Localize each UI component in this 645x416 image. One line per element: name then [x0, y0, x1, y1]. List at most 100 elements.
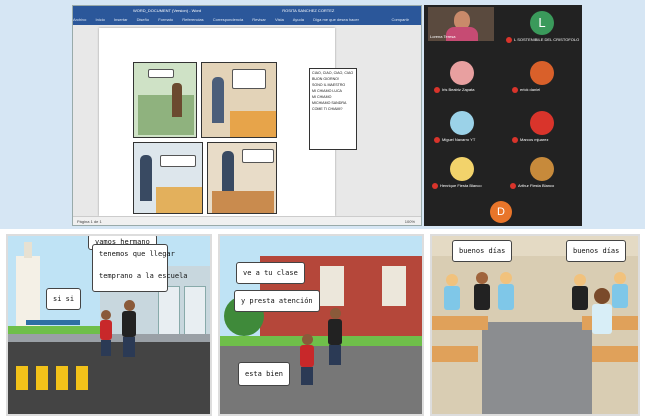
doc-character [172, 83, 182, 117]
student [474, 272, 490, 318]
tab-insertar[interactable]: Insertar [114, 17, 128, 22]
desk [432, 316, 488, 330]
participant-name: L SOSTENIBILE DEL CRISTOFOLO [514, 37, 580, 43]
tell-me-search[interactable]: Diga me que desea hacer [313, 17, 359, 22]
doc-teacher [140, 155, 152, 201]
participant-tile[interactable]: Iris Beatriz Zapata [428, 57, 494, 93]
tab-referencias[interactable]: Referencias [182, 17, 203, 22]
tab-vista[interactable]: Vista [275, 17, 284, 22]
participant-tile[interactable]: Marcos mjuarez [506, 107, 572, 143]
student [612, 272, 628, 316]
tab-correspondencia[interactable]: Correspondencia [213, 17, 243, 22]
crosswalk [16, 366, 88, 390]
classroom-aisle [482, 322, 592, 414]
comic-panel-school: ve a tu clase y presta atención esta bie… [218, 234, 424, 416]
participant-tile[interactable]: Arthur Fiesta Blanco [506, 155, 572, 189]
brother-black-jacket [122, 300, 136, 360]
participant-tile[interactable]: Miguel Navarro YT [428, 107, 494, 143]
participant-name: Lorena Teresa [430, 34, 456, 39]
tab-revisar[interactable]: Revisar [252, 17, 266, 22]
brother-black-jacket [328, 308, 342, 368]
tab-inicio[interactable]: Inicio [95, 17, 104, 22]
student [592, 288, 612, 338]
participant-tile-video[interactable]: Lorena Teresa [428, 7, 494, 41]
mic-off-icon [506, 37, 512, 43]
mic-off-icon [432, 183, 438, 189]
mic-off-icon [434, 87, 440, 93]
doc-speech-bubble [232, 69, 266, 89]
bubble-line: temprano a la escuela [99, 272, 188, 280]
tab-archivo[interactable]: Archivo [73, 17, 86, 22]
participant-avatar [450, 111, 474, 135]
doc-students [212, 191, 274, 213]
participant-tile[interactable]: L L SOSTENIBILE DEL CRISTOFOLO [506, 7, 579, 43]
speech-bubble: ve a tu clase [236, 262, 305, 284]
school-window [382, 266, 406, 306]
bubble-line: tenemos que llegar [99, 250, 175, 258]
word-user: ROSITA SANCHEZ CORTEZ [282, 8, 335, 13]
textbox-line: SONO IL MAESTRO [312, 83, 346, 87]
desk [432, 346, 478, 362]
participant-name: Henrique Fiesta Blanco [440, 183, 482, 189]
church-building [16, 256, 40, 326]
mic-off-icon [510, 183, 516, 189]
word-statusbar: Página 1 de 1 100% [73, 216, 421, 225]
doc-speech-bubble [160, 155, 196, 167]
share-button[interactable]: Compartir [391, 15, 409, 25]
student [444, 274, 460, 318]
speech-bubble: buenos días [452, 240, 513, 262]
student [572, 274, 588, 318]
desk [592, 346, 638, 362]
mic-off-icon [434, 137, 440, 143]
comic-panel-street: vamos hermano tenemos que llegar tempran… [6, 234, 212, 416]
word-title: WORD_DOCUMENT (Version) - Word [133, 8, 202, 13]
doc-comic-panel-2 [201, 62, 277, 138]
tab-formato[interactable]: Formato [158, 17, 173, 22]
textbox-line: MICHIAMO SANDRA [312, 101, 347, 105]
tab-diseno[interactable]: Diseño [137, 17, 149, 22]
doc-dialogue-textbox[interactable]: CIAO, CIAO, CIAO, CIAO BUON GIORNO! SONO… [309, 68, 357, 150]
textbox-line: MI CHIAMO LUCA [312, 89, 342, 93]
participant-name: Iris Beatriz Zapata [442, 87, 475, 93]
doc-comic-panel-4 [207, 142, 277, 214]
participant-avatar: D [490, 201, 512, 223]
screenshot-root: WORD_DOCUMENT (Version) - Word ROSITA SA… [0, 0, 645, 416]
participant-avatar: L [530, 11, 554, 35]
doc-students [156, 187, 202, 213]
doc-speech-bubble [148, 69, 174, 78]
zoom-level[interactable]: 100% [405, 217, 415, 225]
participant-avatar [450, 157, 474, 181]
speech-bubble: buenos días [566, 240, 627, 262]
participant-name: erick daniel [520, 87, 541, 93]
doc-speech-bubble [242, 149, 274, 163]
doc-students [230, 111, 276, 137]
speech-bubble-main: tenemos que llegar temprano a la escuela [92, 244, 188, 292]
participant-avatar [530, 157, 554, 181]
mic-off-icon [512, 87, 518, 93]
speech-bubble: si si [46, 288, 82, 310]
church-tower [24, 242, 32, 258]
boy-red-shirt [100, 310, 112, 358]
doc-comic-panel-1 [133, 62, 197, 138]
speech-bubble: y presta atención [234, 290, 320, 312]
doc-classroom-scene [138, 95, 194, 135]
word-ribbon: Archivo Inicio Insertar Diseño Formato R… [73, 15, 421, 25]
student [498, 272, 514, 318]
textbox-line: MI CHIAMO [312, 95, 332, 99]
document-page[interactable]: CIAO, CIAO, CIAO, CIAO BUON GIORNO! SONO… [99, 28, 357, 216]
boy-red-shirt [300, 334, 314, 388]
park-bench [26, 320, 80, 325]
participant-avatar [530, 111, 554, 135]
participant-avatar [450, 61, 474, 85]
participant-tile[interactable]: D [470, 199, 536, 225]
participant-tile[interactable]: Henrique Fiesta Blanco [428, 155, 494, 189]
doc-comic-panel-3 [133, 142, 203, 214]
textbox-line: COME TI CHIAMI? [312, 107, 343, 111]
word-titlebar: WORD_DOCUMENT (Version) - Word ROSITA SA… [73, 6, 421, 15]
comic-panel-classroom: buenos días buenos días [430, 234, 640, 416]
participant-tile[interactable]: erick daniel [506, 57, 572, 93]
participant-name: Arthur Fiesta Blanco [518, 183, 555, 189]
speech-bubble: esta bien [238, 362, 290, 386]
tab-ayuda[interactable]: Ayuda [293, 17, 304, 22]
school-window [320, 266, 344, 306]
